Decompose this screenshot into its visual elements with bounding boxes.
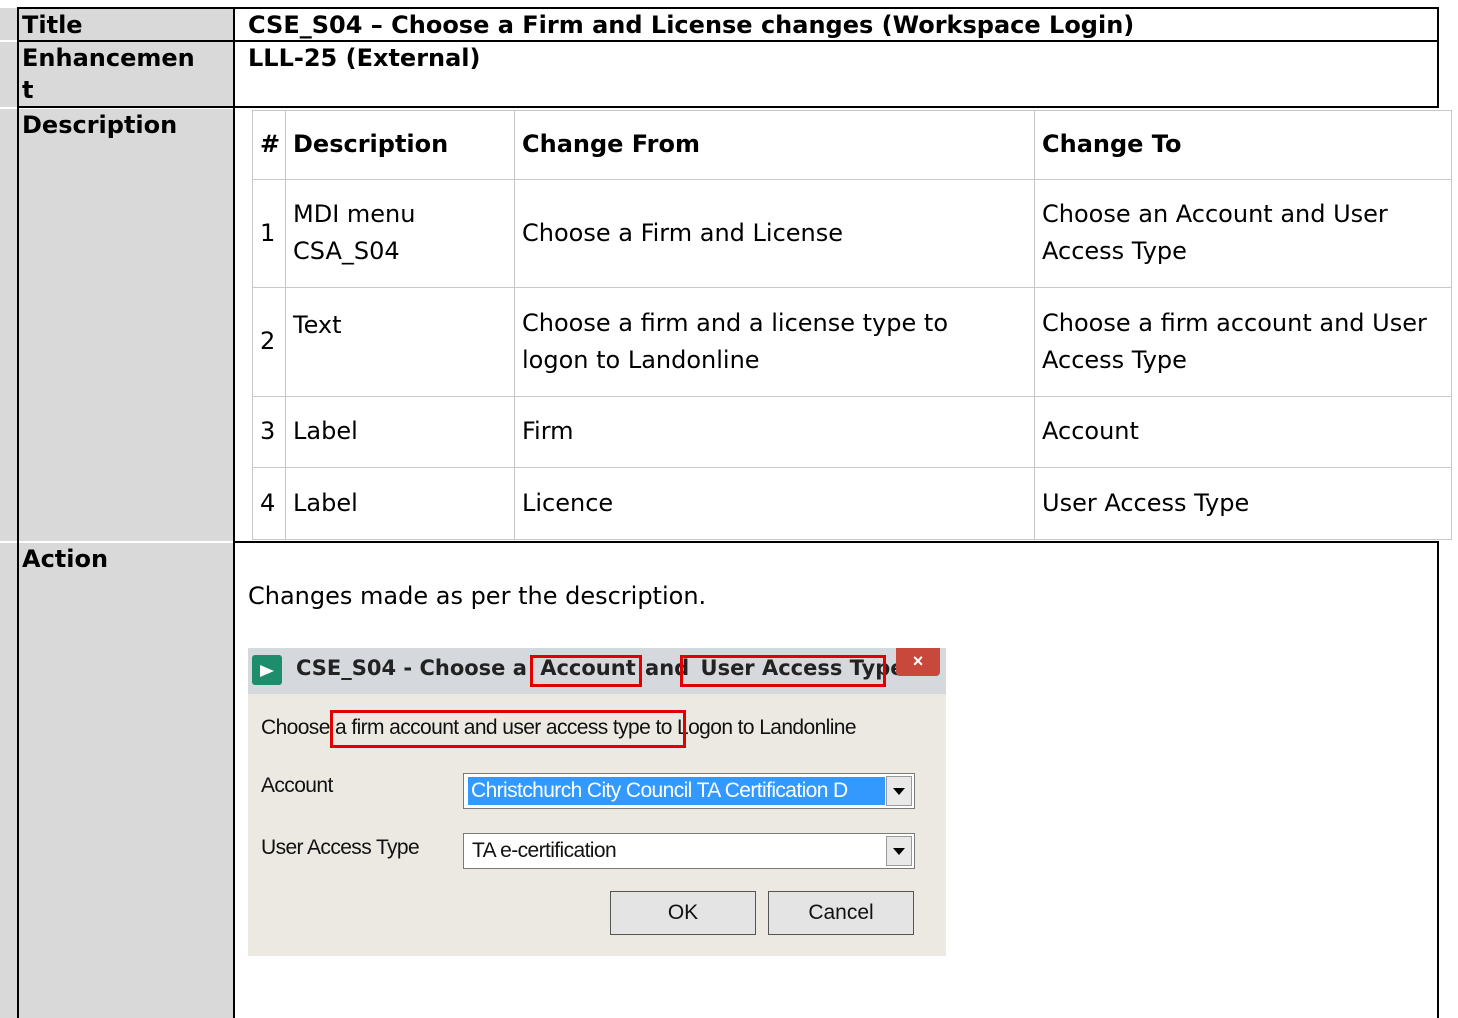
grid-line [1451,110,1452,540]
col-header-change-to: Change To [1042,130,1182,158]
chevron-down-icon[interactable] [886,836,912,866]
dialog-screenshot: CSE_S04 - Choose a Account and User Acce… [248,648,946,956]
title-value: CSE_S04 – Choose a Firm and License chan… [248,11,1135,39]
grid-line [252,539,1452,540]
border [233,7,235,1018]
border [1437,7,1439,108]
table-cell: Label [293,488,358,517]
table-cell: Choose a Firm and License [522,218,844,247]
app-icon [252,655,282,685]
border [17,40,1439,42]
uat-select[interactable]: TA e-certification [463,833,915,869]
title-label: Title [22,11,83,39]
dialog-title-prefix: CSE_S04 - Choose a [296,656,527,680]
cancel-button[interactable]: Cancel [768,891,914,935]
description-label: Description [22,111,178,139]
col-header-num: # [260,130,281,158]
highlight-box [530,655,642,687]
table-cell: 4 [260,488,276,517]
close-icon[interactable]: × [896,648,940,676]
action-label-bg [0,543,234,1018]
table-cell: User Access Type [1042,488,1250,517]
table-cell: 2 [260,327,276,355]
table-cell: Account [1042,417,1139,445]
highlight-box [330,710,686,748]
table-cell: 3 [260,417,276,445]
col-header-description: Description [293,130,449,158]
table-cell: Text [293,311,342,339]
chevron-down-icon[interactable] [886,776,912,806]
table-cell: Choose a firm and a license type to logo… [522,308,948,374]
account-selected-value: Christchurch City Council TA Certificati… [468,777,885,805]
border [234,541,1439,543]
border [1437,541,1439,1018]
table-cell: 1 [260,218,276,247]
table-cell: Label [293,417,358,445]
enhancement-value: LLL-25 (External) [248,44,481,72]
account-select[interactable]: Christchurch City Council TA Certificati… [463,773,915,809]
description-label-bg [0,109,234,541]
action-text: Changes made as per the description. [248,582,707,610]
table-cell: MDI menu CSA_S04 [293,200,416,265]
enhancement-label: Enhancemen t [22,44,195,104]
table-cell: Firm [522,417,574,445]
prompt-start: Choose [261,716,330,739]
table-cell: Choose a firm account and User Access Ty… [1042,308,1427,374]
action-label: Action [22,545,109,573]
border [17,106,1439,108]
ok-button[interactable]: OK [610,891,756,935]
uat-selected-value: TA e-certification [472,839,617,862]
account-label: Account [261,774,333,797]
border [17,7,19,1018]
col-header-change-from: Change From [522,130,700,158]
table-cell: Licence [522,488,614,517]
border [17,7,1439,9]
table-cell: Choose an Account and User Access Type [1042,200,1388,265]
highlight-box [680,655,886,687]
uat-label: User Access Type [261,836,420,859]
